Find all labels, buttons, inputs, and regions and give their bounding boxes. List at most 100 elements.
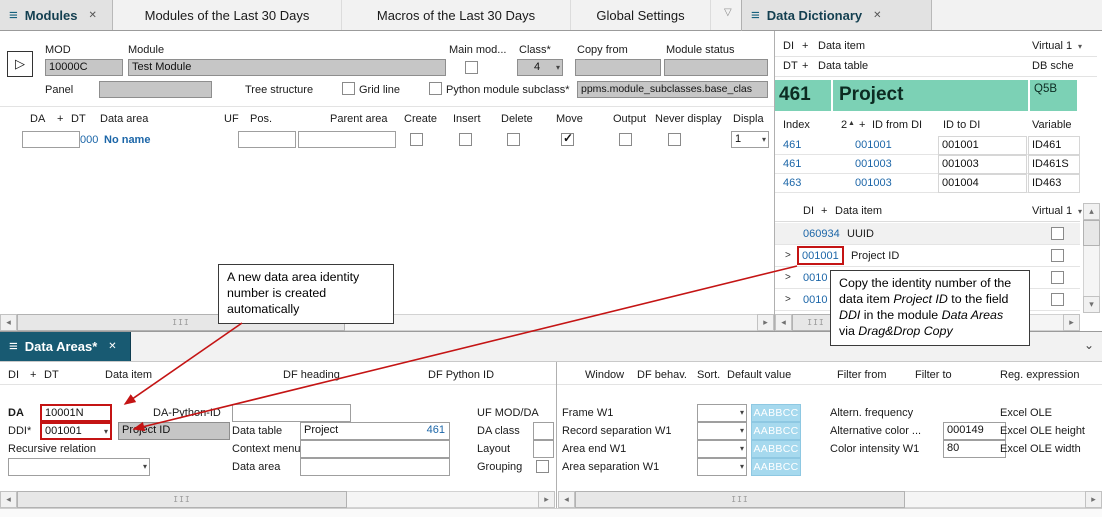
never-display-checkbox[interactable] [668,133,681,146]
ddi-select[interactable]: 001001 ▾ [40,422,112,440]
expand-icon[interactable]: > [785,250,791,262]
tab-modules-last30[interactable]: Modules of the Last 30 Days [113,0,342,30]
run-button[interactable]: ▷ [7,51,33,77]
chevron-down-icon[interactable]: ▾ [1078,42,1082,51]
dd-vscroll-up-arrow[interactable]: ▴ [1083,203,1100,220]
selected-table-name[interactable]: Project [833,80,1028,111]
da-right-hscroll-left-arrow[interactable]: ◂ [558,491,575,508]
alternative-color-field[interactable]: 000149 [943,422,1006,440]
area-separation-w1-color-swatch[interactable]: AABBCC [751,458,801,476]
area-separation-w1-select[interactable]: ▾ [697,458,747,476]
area-end-w1-color-swatch[interactable]: AABBCC [751,440,801,458]
color-intensity-field[interactable]: 80 [943,440,1006,458]
plus-header[interactable]: + [821,205,827,218]
scroll-right-icon: ▸ [544,494,549,505]
close-icon[interactable]: ✕ [873,10,881,21]
expand-icon[interactable]: > [785,294,791,306]
move-checkbox[interactable]: ✓ [561,133,574,146]
expand-icon[interactable]: > [785,272,791,284]
id-to-cell[interactable]: 001003 [938,155,1027,174]
display-select[interactable]: 1 ▾ [731,131,769,148]
insert-checkbox[interactable] [459,133,472,146]
dd-hscroll-right-arrow[interactable]: ▸ [1063,314,1080,331]
dd-vscroll-thumb[interactable] [1083,220,1100,246]
close-icon[interactable]: ✕ [89,10,97,21]
da-left-hscroll-thumb[interactable]: III [17,491,347,508]
class-select[interactable]: 4 ▾ [517,59,563,76]
modules-hscroll-left-arrow[interactable]: ◂ [0,314,17,331]
module-status-field[interactable] [664,59,768,76]
data-area-name[interactable]: No name [104,134,150,147]
virtual-checkbox[interactable] [1051,271,1064,284]
parent-area-field[interactable] [298,131,396,148]
id-to-cell[interactable]: 001004 [938,174,1027,193]
python-subclass-field[interactable]: ppms.module_subclasses.base_clas [577,81,768,98]
data-area-field[interactable] [300,458,450,476]
close-icon[interactable]: ✕ [108,341,116,352]
da-python-id-field[interactable] [232,404,351,422]
selected-table-schema[interactable]: Q5B [1030,80,1077,111]
main-mod-checkbox[interactable] [465,61,478,74]
grid-line-checkbox[interactable] [342,82,355,95]
da-class-field[interactable] [533,422,554,440]
variable-cell[interactable]: ID461S [1028,155,1080,174]
virtual-checkbox[interactable] [1051,249,1064,262]
da-right-hscroll-right-arrow[interactable]: ▸ [1085,491,1102,508]
modules-hscroll-right-arrow[interactable]: ▸ [757,314,774,331]
menu-icon[interactable]: ≡ [751,7,760,24]
copy-from-field[interactable] [575,59,661,76]
virtual-checkbox[interactable] [1051,293,1064,306]
da-id-field[interactable] [22,131,80,148]
menu-icon[interactable]: ≡ [9,7,18,24]
panel-chevron-icon[interactable]: ⌄ [1084,338,1094,352]
data-item-row[interactable]: 060934 UUID [775,223,1080,245]
pos-field[interactable] [238,131,296,148]
data-table-field[interactable]: Project 461 [300,422,450,440]
da-id-field[interactable]: 10001N [40,404,112,422]
id-to-cell[interactable]: 001001 [938,136,1027,155]
menu-icon[interactable]: ≡ [9,338,18,355]
dd-vscroll-down-arrow[interactable]: ▾ [1083,296,1100,313]
frame-w1-color-swatch[interactable]: AABBCC [751,404,801,422]
plus-header[interactable]: + [859,119,865,132]
delete-checkbox[interactable] [507,133,520,146]
tab-overflow-icon[interactable]: ▽ [724,7,732,18]
da-left-hscroll-right-arrow[interactable]: ▸ [538,491,555,508]
da-col-plus[interactable]: + [30,369,36,382]
module-field[interactable]: Test Module [128,59,446,76]
mod-field[interactable]: 10000C [45,59,123,76]
chevron-down-icon[interactable]: ▾ [1078,207,1082,216]
tab-data-areas[interactable]: ≡ Data Areas* ✕ [0,332,131,361]
tab-global-settings[interactable]: Global Settings [571,0,711,30]
grouping-checkbox[interactable] [536,460,549,473]
dd-hscroll-left-arrow[interactable]: ◂ [775,314,792,331]
da-left-hscroll-left-arrow[interactable]: ◂ [0,491,17,508]
context-menu-field[interactable] [300,440,450,458]
plus-header[interactable]: + [802,40,808,53]
selected-table-id[interactable]: 461 [775,80,831,111]
di-value: 001001 [802,250,839,263]
record-separation-w1-select[interactable]: ▾ [697,422,747,440]
virtual-checkbox[interactable] [1051,227,1064,240]
create-checkbox[interactable] [410,133,423,146]
data-item-row[interactable]: > 001001 Project ID [775,245,1080,267]
record-separation-w1-color-swatch[interactable]: AABBCC [751,422,801,440]
layout-label: Layout [477,443,510,456]
da-right-hscroll-thumb[interactable]: III [575,491,905,508]
tab-data-dictionary[interactable]: ≡ Data Dictionary ✕ [742,0,932,30]
variable-cell[interactable]: ID463 [1028,174,1080,193]
variable-cell[interactable]: ID461 [1028,136,1080,155]
frame-w1-select[interactable]: ▾ [697,404,747,422]
layout-field[interactable] [533,440,554,458]
output-checkbox[interactable] [619,133,632,146]
tab-modules[interactable]: ≡ Modules ✕ [0,0,113,30]
sort-asc-icon[interactable]: ▲ [848,120,855,127]
plus-header[interactable]: + [802,60,808,73]
recursive-relation-select[interactable]: ▾ [8,458,150,476]
tab-macros-last30[interactable]: Macros of the Last 30 Days [342,0,571,30]
panel-field[interactable] [99,81,212,98]
python-subclass-checkbox[interactable] [429,82,442,95]
ddi-item-name-field[interactable]: Project ID [118,422,230,440]
area-end-w1-select[interactable]: ▾ [697,440,747,458]
dt-value[interactable]: 000 [80,134,98,147]
